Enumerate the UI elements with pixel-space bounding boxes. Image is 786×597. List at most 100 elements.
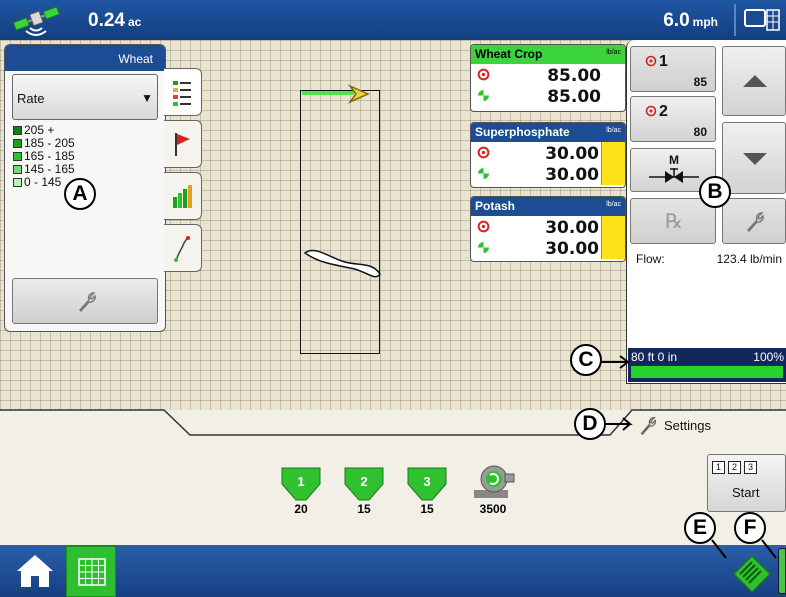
preset-2-number: 2: [659, 103, 668, 120]
rate-increase-button[interactable]: [722, 46, 786, 116]
legend-swatch: [13, 165, 22, 174]
legend-list-icon: [173, 81, 191, 106]
speed-value: 6.0: [663, 10, 690, 31]
screen-layout-icon[interactable]: [744, 8, 780, 32]
tab-guidance[interactable]: [164, 224, 202, 272]
flow-value: 123.4 lb/min: [716, 252, 782, 266]
area-readout: 0.24 ac: [88, 10, 141, 32]
callout-b: B: [699, 176, 731, 208]
actual-rate-icon: [478, 168, 489, 179]
product-unit: lb/ac: [606, 49, 621, 56]
legend-range-list: 205 +185 - 205 165 - 185 145 - 165 0 - 145: [13, 124, 75, 189]
target-icon: [645, 105, 657, 117]
area-value: 0.24: [88, 10, 125, 31]
product-card[interactable]: Superphosphate lb/ac 30.00 30.00: [470, 122, 626, 188]
actual-rate-row: 30.00: [471, 163, 625, 185]
field-operations-icon[interactable]: [730, 552, 774, 594]
start-square-1: 1: [712, 461, 725, 474]
legend-settings-button[interactable]: [12, 278, 158, 324]
flag-icon: [175, 133, 190, 156]
wrench-icon: [640, 417, 656, 436]
bin-number: 3: [423, 474, 431, 489]
bin-number: 1: [297, 474, 305, 489]
arrow-down-icon: [743, 153, 767, 165]
bin-value: 15: [420, 502, 434, 516]
product-unit: lb/ac: [606, 127, 621, 134]
chevron-down-icon: ▼: [141, 91, 153, 105]
product-bin[interactable]: 3 15: [406, 466, 448, 516]
tab-yield[interactable]: [164, 172, 202, 220]
edge-menu-button[interactable]: [778, 548, 786, 594]
start-label: Start: [732, 485, 760, 500]
product-bin[interactable]: 1 20: [280, 466, 322, 516]
wrench-icon: [79, 292, 96, 313]
legend-title: Wheat: [5, 45, 165, 71]
run-screen-button[interactable]: [66, 546, 116, 597]
product-name-text: Wheat Crop: [475, 47, 543, 61]
pump-value: 3500: [479, 502, 507, 516]
start-grid: 1 2 3: [712, 461, 757, 474]
product-name-text: Superphosphate: [475, 125, 570, 139]
callout-a: A: [64, 178, 96, 210]
target-icon: [477, 220, 490, 233]
progress-track: [631, 366, 783, 378]
product-bin[interactable]: 2 15: [343, 466, 385, 516]
start-square-2: 2: [728, 461, 741, 474]
legend-type-dropdown[interactable]: Rate ▼: [12, 74, 158, 120]
preset-1-number: 1: [659, 53, 668, 70]
actual-rate: 85.00: [547, 87, 601, 107]
start-button[interactable]: 1 2 3 Start: [707, 454, 786, 512]
actual-rate: 30.00: [545, 239, 599, 259]
target-icon: [477, 68, 490, 81]
actual-rate-icon: [478, 90, 489, 101]
target-icon: [477, 146, 490, 159]
legend-swatch: [13, 126, 22, 135]
rx-icon: ℞: [665, 209, 683, 233]
satellite-gps-icon[interactable]: [8, 4, 70, 38]
legend-swatch: [13, 152, 22, 161]
product-unit: lb/ac: [606, 201, 621, 208]
bin-value: 20: [294, 502, 308, 516]
tab-legend[interactable]: [164, 68, 202, 116]
prescription-button[interactable]: ℞: [630, 198, 716, 244]
actual-rate-icon: [478, 242, 489, 253]
implement-width: 80 ft 0 in: [631, 350, 678, 364]
settings-link[interactable]: Settings: [636, 414, 711, 436]
bottom-nav-bar: [0, 545, 786, 597]
preset-2-button[interactable]: 2 80: [630, 96, 716, 142]
field-boundary: [300, 90, 380, 354]
speed-unit: mph: [692, 15, 718, 29]
guidance-path-icon: [174, 236, 190, 262]
rate-decrease-button[interactable]: [722, 122, 786, 194]
callout-c: C: [570, 344, 602, 376]
wrench-icon: [747, 212, 764, 233]
tab-flags[interactable]: [164, 120, 202, 168]
legend-swatch: [13, 139, 22, 148]
target-rate: 85.00: [547, 66, 601, 86]
product-name: Wheat Crop lb/ac: [471, 45, 625, 64]
target-rate: 30.00: [545, 144, 599, 164]
preset-1-button[interactable]: 1 85: [630, 46, 716, 92]
product-card[interactable]: Wheat Crop lb/ac 85.00 85.00: [470, 44, 626, 112]
preset-2-value: 80: [693, 125, 707, 139]
actual-rate: 30.00: [545, 165, 599, 185]
product-name: Potash lb/ac: [471, 197, 625, 216]
target-rate-row: 30.00: [471, 142, 625, 164]
dropdown-value: Rate: [17, 91, 45, 106]
target-rate-row: 85.00: [471, 64, 625, 86]
pump-icon: [474, 465, 515, 498]
area-unit: ac: [127, 15, 142, 29]
bin-number: 2: [360, 474, 368, 489]
actual-rate-row: 85.00: [471, 85, 625, 107]
pump-status[interactable]: 3500: [470, 464, 516, 516]
control-settings-button[interactable]: [722, 198, 786, 244]
preset-1-value: 85: [693, 75, 707, 89]
legend-range-label: 0 - 145: [24, 175, 62, 189]
flow-label: Flow:: [636, 252, 665, 266]
product-card[interactable]: Potash lb/ac 30.00 30.00: [470, 196, 626, 262]
target-icon: [645, 55, 657, 67]
target-rate: 30.00: [545, 218, 599, 238]
home-icon[interactable]: [14, 552, 56, 590]
settings-label: Settings: [664, 417, 711, 433]
speed-readout: 6.0 mph: [663, 10, 718, 32]
